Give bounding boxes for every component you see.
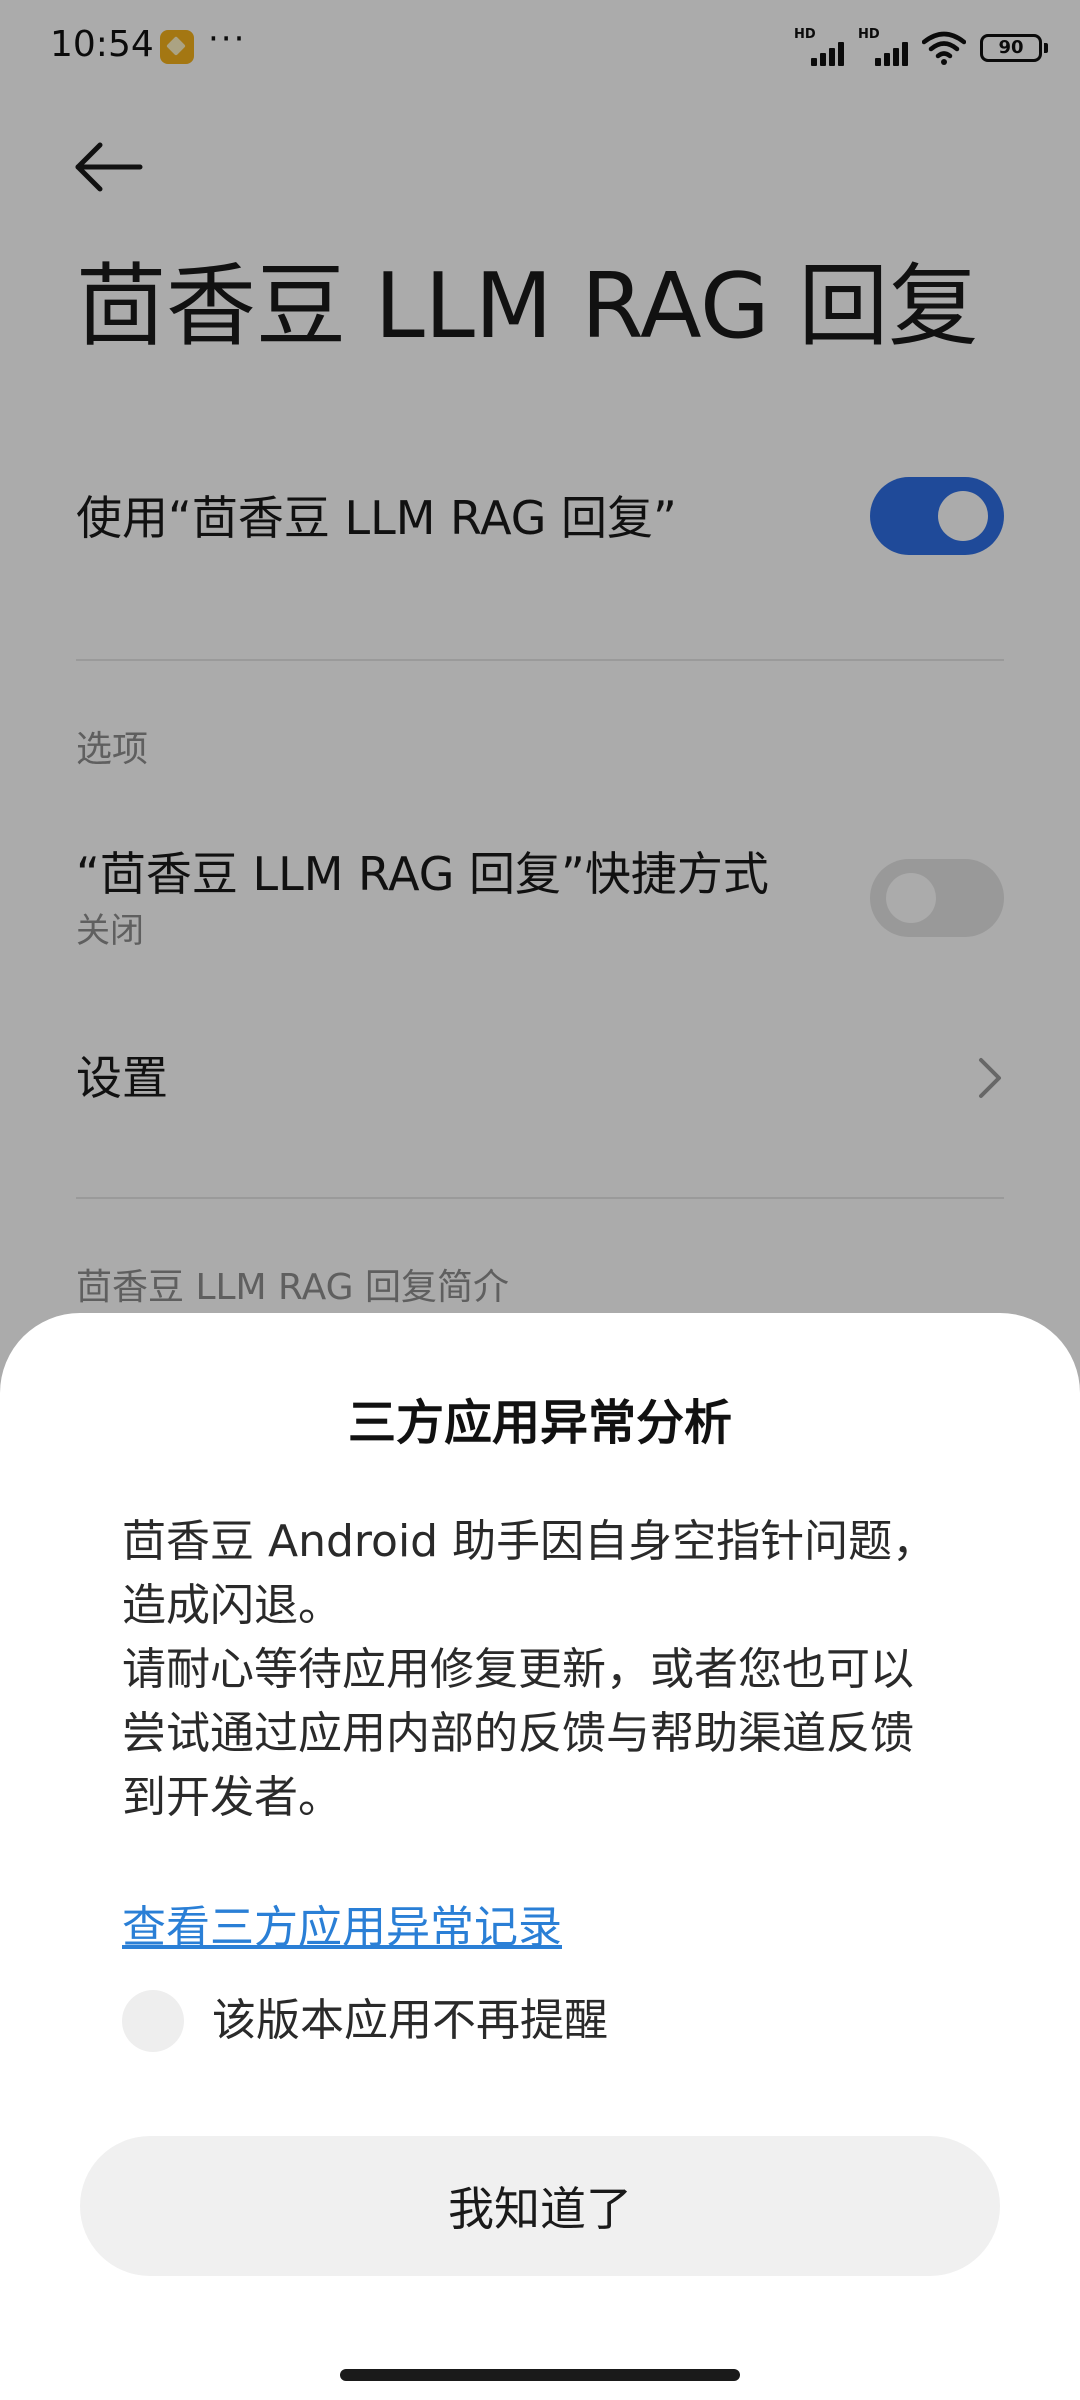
- dialog-message-line: 请耐心等待应用修复更新，或者您也可以尝试通过应用内部的反馈与帮助渠道反馈到开发者…: [122, 1644, 914, 1823]
- home-indicator[interactable]: [340, 2369, 740, 2381]
- got-it-button[interactable]: 我知道了: [80, 2136, 1000, 2276]
- dont-remind-label: 该版本应用不再提醒: [212, 1995, 608, 2046]
- view-crash-records-link[interactable]: 查看三方应用异常记录: [122, 1898, 562, 1958]
- dialog-title: 三方应用异常分析: [347, 1395, 732, 1451]
- dont-remind-row[interactable]: 该版本应用不再提醒: [122, 1989, 608, 2053]
- crash-analysis-dialog: 三方应用异常分析 茴香豆 Android 助手因自身空指针问题，造成闪退。 请耐…: [0, 1313, 1080, 2400]
- dont-remind-checkbox[interactable]: [122, 1990, 184, 2052]
- dialog-message: 茴香豆 Android 助手因自身空指针问题，造成闪退。 请耐心等待应用修复更新…: [122, 1510, 952, 1830]
- settings-screen: 10:54 ··· HD HD 90 茴香豆 LLM RAG 回复 使用“茴香豆…: [0, 0, 1080, 2400]
- dialog-message-line: 茴香豆 Android 助手因自身空指针问题，造成闪退。: [122, 1516, 937, 1631]
